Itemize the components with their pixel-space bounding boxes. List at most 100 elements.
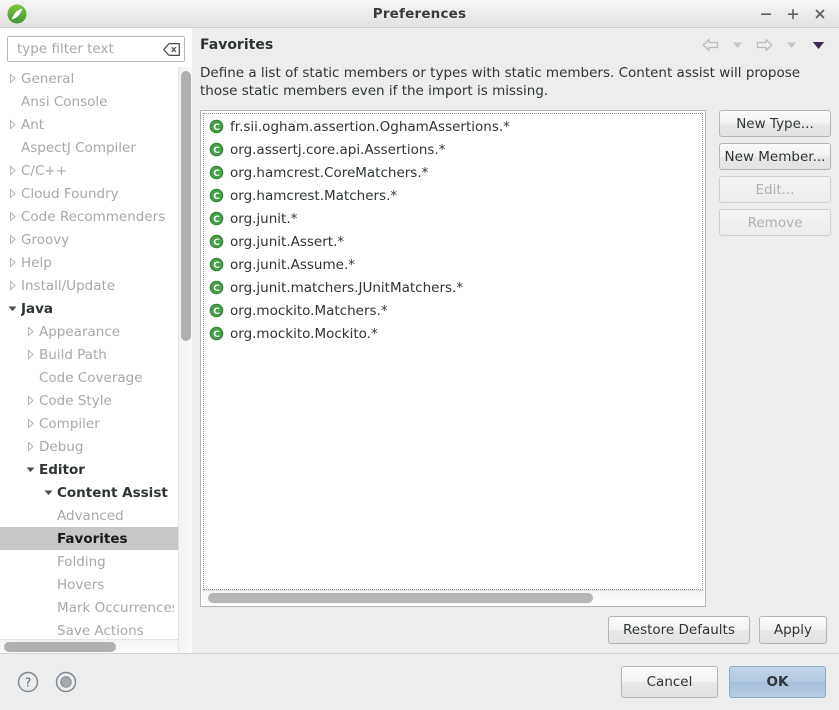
favorites-list-container[interactable]: Cfr.sii.ogham.assertion.OghamAssertions.…: [200, 110, 706, 607]
list-item-label: org.mockito.Matchers.*: [230, 302, 388, 319]
list-item-label: org.junit.*: [230, 210, 298, 227]
favorites-list[interactable]: Cfr.sii.ogham.assertion.OghamAssertions.…: [201, 111, 705, 590]
restore-defaults-button[interactable]: Restore Defaults: [607, 616, 750, 644]
twisty-expanded-icon[interactable]: [24, 463, 37, 476]
shell-icon[interactable]: [54, 670, 78, 694]
sidebar-horizontal-scrollbar[interactable]: [0, 639, 178, 653]
help-icon[interactable]: ?: [16, 670, 40, 694]
sidebar-item-aspectj-compiler[interactable]: AspectJ Compiler: [0, 136, 178, 159]
sidebar-item-cloud-foundry[interactable]: Cloud Foundry: [0, 182, 178, 205]
twisty-collapsed-icon[interactable]: [6, 72, 19, 85]
maximize-button[interactable]: [786, 7, 800, 21]
twisty-expanded-icon[interactable]: [42, 486, 55, 499]
sidebar-item-ansi-console[interactable]: Ansi Console: [0, 90, 178, 113]
view-menu-triangle-down-icon[interactable]: [809, 37, 827, 53]
sidebar-item-label: Code Recommenders: [21, 208, 166, 225]
list-item[interactable]: Corg.junit.Assert.*: [205, 230, 705, 253]
java-class-icon: C: [209, 188, 224, 203]
list-horizontal-scrollbar-thumb[interactable]: [208, 593, 593, 603]
twisty-collapsed-icon[interactable]: [24, 394, 37, 407]
list-horizontal-scrollbar[interactable]: [202, 590, 704, 605]
list-item-label: org.hamcrest.CoreMatchers.*: [230, 164, 429, 181]
cancel-button[interactable]: Cancel: [621, 666, 718, 698]
sidebar-item-help[interactable]: Help: [0, 251, 178, 274]
list-item[interactable]: Corg.junit.*: [205, 207, 705, 230]
sidebar-item-java[interactable]: Java: [0, 297, 178, 320]
twisty-collapsed-icon[interactable]: [6, 256, 19, 269]
twisty-expanded-icon[interactable]: [6, 302, 19, 315]
twisty-collapsed-icon[interactable]: [6, 279, 19, 292]
list-item[interactable]: Corg.hamcrest.CoreMatchers.*: [205, 161, 705, 184]
twisty-collapsed-icon[interactable]: [6, 210, 19, 223]
twisty-collapsed-icon[interactable]: [24, 440, 37, 453]
sidebar-item-favorites[interactable]: Favorites: [0, 527, 178, 550]
java-class-icon: C: [209, 234, 224, 249]
remove-button: Remove: [719, 209, 831, 236]
new-type-button[interactable]: New Type...: [719, 110, 831, 137]
apply-button[interactable]: Apply: [758, 616, 827, 644]
list-item[interactable]: Corg.hamcrest.Matchers.*: [205, 184, 705, 207]
sidebar-item-debug[interactable]: Debug: [0, 435, 178, 458]
sidebar-item-label: Build Path: [39, 346, 107, 363]
sidebar-item-label: Save Actions: [57, 622, 144, 639]
list-item-label: org.mockito.Mockito.*: [230, 325, 378, 342]
list-item[interactable]: Corg.junit.Assume.*: [205, 253, 705, 276]
favorites-action-buttons: New Type... New Member... Edit... Remove: [706, 110, 831, 607]
sidebar-vertical-scrollbar-thumb[interactable]: [181, 71, 191, 341]
list-item-label: org.junit.matchers.JUnitMatchers.*: [230, 279, 464, 296]
svg-text:C: C: [213, 123, 220, 133]
sidebar-item-build-path[interactable]: Build Path: [0, 343, 178, 366]
arrow-right-icon[interactable]: [755, 37, 773, 53]
clear-filter-icon[interactable]: [162, 42, 180, 56]
sidebar-item-folding[interactable]: Folding: [0, 550, 178, 573]
twisty-collapsed-icon[interactable]: [24, 417, 37, 430]
svg-text:C: C: [213, 261, 220, 271]
arrow-left-icon[interactable]: [701, 37, 719, 53]
sidebar-item-hovers[interactable]: Hovers: [0, 573, 178, 596]
twisty-collapsed-icon[interactable]: [6, 187, 19, 200]
ok-button[interactable]: OK: [729, 666, 826, 698]
back-history-chevron-down-icon[interactable]: [728, 37, 746, 53]
sidebar-item-general[interactable]: General: [0, 67, 178, 90]
list-item[interactable]: Corg.assertj.core.api.Assertions.*: [205, 138, 705, 161]
twisty-collapsed-icon[interactable]: [24, 325, 37, 338]
twisty-collapsed-icon[interactable]: [6, 118, 19, 131]
list-item[interactable]: Corg.mockito.Mockito.*: [205, 322, 705, 345]
close-button[interactable]: [813, 7, 827, 21]
apply-button-row: Restore Defaults Apply: [196, 607, 831, 653]
sidebar-item-c-c[interactable]: C/C++: [0, 159, 178, 182]
search-input[interactable]: [15, 40, 162, 58]
sidebar-horizontal-scrollbar-thumb[interactable]: [4, 642, 116, 652]
new-member-button[interactable]: New Member...: [719, 143, 831, 170]
list-item-label: org.assertj.core.api.Assertions.*: [230, 141, 446, 158]
sidebar-item-content-assist[interactable]: Content Assist: [0, 481, 178, 504]
preferences-tree[interactable]: General Ansi Console Ant AspectJ Compiler C/…: [0, 67, 178, 653]
sidebar-item-editor[interactable]: Editor: [0, 458, 178, 481]
list-item[interactable]: Cfr.sii.ogham.assertion.OghamAssertions.…: [205, 115, 705, 138]
list-item[interactable]: Corg.mockito.Matchers.*: [205, 299, 705, 322]
eclipse-logo-icon: [6, 3, 28, 25]
list-item[interactable]: Corg.junit.matchers.JUnitMatchers.*: [205, 276, 705, 299]
sidebar-item-ant[interactable]: Ant: [0, 113, 178, 136]
sidebar-item-code-coverage[interactable]: Code Coverage: [0, 366, 178, 389]
sidebar-item-code-recommenders[interactable]: Code Recommenders: [0, 205, 178, 228]
svg-text:C: C: [213, 330, 220, 340]
twisty-collapsed-icon[interactable]: [6, 164, 19, 177]
sidebar-item-code-style[interactable]: Code Style: [0, 389, 178, 412]
twisty-collapsed-icon[interactable]: [6, 233, 19, 246]
sidebar-item-label: Editor: [39, 461, 85, 478]
sidebar-vertical-scrollbar[interactable]: [178, 67, 192, 653]
sidebar-item-groovy[interactable]: Groovy: [0, 228, 178, 251]
search-box[interactable]: [7, 36, 185, 62]
twisty-collapsed-icon[interactable]: [24, 348, 37, 361]
sidebar-item-label: Code Coverage: [39, 369, 143, 386]
forward-history-chevron-down-icon[interactable]: [782, 37, 800, 53]
sidebar-item-mark-occurrences[interactable]: Mark Occurrences: [0, 596, 178, 619]
minimize-button[interactable]: [759, 7, 773, 21]
sidebar-item-appearance[interactable]: Appearance: [0, 320, 178, 343]
sidebar-item-advanced[interactable]: Advanced: [0, 504, 178, 527]
svg-text:C: C: [213, 146, 220, 156]
sidebar-item-compiler[interactable]: Compiler: [0, 412, 178, 435]
edit-button: Edit...: [719, 176, 831, 203]
sidebar-item-install-update[interactable]: Install/Update: [0, 274, 178, 297]
